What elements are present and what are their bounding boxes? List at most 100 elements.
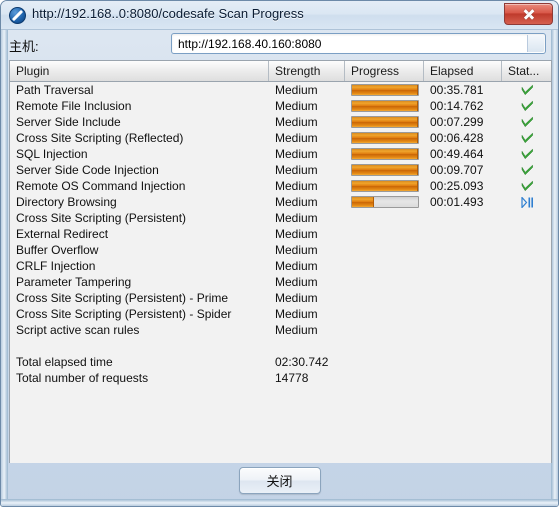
host-combobox[interactable]: http://192.168.40.160:8080	[171, 33, 546, 54]
summary-label: Total number of requests	[16, 371, 149, 385]
cell-elapsed: 00:01.493	[430, 195, 484, 209]
cell-progress	[345, 178, 424, 194]
cell-status	[502, 274, 551, 290]
cell-plugin: CRLF Injection	[16, 259, 96, 273]
column-header-plugin[interactable]: Plugin	[10, 61, 269, 81]
cell-elapsed	[424, 242, 502, 258]
summary-row: Total elapsed time 02:30.742	[10, 354, 551, 370]
cell-progress	[345, 82, 424, 98]
cell-strength: Medium	[275, 227, 318, 241]
host-bar: 主机: http://192.168.40.160:8080	[1, 30, 558, 58]
table-row[interactable]: Cross Site Scripting (Persistent) - Prim…	[10, 290, 551, 306]
cell-strength: Medium	[275, 147, 318, 161]
progress-bar-fill	[352, 101, 418, 111]
progress-bar-fill	[352, 133, 418, 143]
table-row[interactable]: Directory Browsing Medium 00:01.493	[10, 194, 551, 210]
cell-status	[502, 210, 551, 226]
zap-block-icon	[9, 7, 26, 24]
progress-bar	[351, 148, 419, 160]
scan-progress-table: Plugin Strength Progress Elapsed Stat... Pat…	[9, 60, 552, 463]
window-edge-left	[1, 1, 8, 506]
table-spacer-row	[10, 338, 551, 354]
cell-strength: Medium	[275, 179, 318, 193]
cell-progress	[345, 322, 424, 338]
cell-plugin: Cross Site Scripting (Reflected)	[16, 131, 184, 145]
table-row[interactable]: Buffer Overflow Medium	[10, 242, 551, 258]
cell-elapsed	[424, 210, 502, 226]
cell-strength: Medium	[275, 115, 318, 129]
cell-progress	[345, 306, 424, 322]
cell-plugin: Parameter Tampering	[16, 275, 132, 289]
progress-bar	[351, 84, 419, 96]
dialog-footer: 关闭	[1, 467, 558, 501]
cell-status	[502, 226, 551, 242]
table-row[interactable]: SQL Injection Medium 00:49.464	[10, 146, 551, 162]
table-row[interactable]: Path Traversal Medium 00:35.781	[10, 82, 551, 98]
cell-elapsed: 00:14.762	[430, 99, 484, 113]
cell-elapsed: 00:06.428	[430, 131, 484, 145]
cell-strength: Medium	[275, 275, 318, 289]
scan-progress-window: http://192.168..0:8080/codesafe Scan Pro…	[0, 0, 559, 507]
cell-status	[502, 306, 551, 322]
table-row[interactable]: Server Side Code Injection Medium 00:09.70…	[10, 162, 551, 178]
cell-elapsed: 00:07.299	[430, 115, 484, 129]
progress-bar-fill	[352, 117, 418, 127]
progress-bar-fill	[352, 181, 418, 191]
cell-progress	[345, 274, 424, 290]
summary-value: 02:30.742	[275, 355, 329, 369]
cell-status	[502, 242, 551, 258]
status-running-icon	[521, 195, 534, 210]
table-row[interactable]: Remote OS Command Injection Medium 00:25.0…	[10, 178, 551, 194]
cell-status	[502, 162, 551, 178]
cell-plugin: Cross Site Scripting (Persistent) - Spid…	[16, 307, 232, 321]
column-header-progress[interactable]: Progress	[345, 61, 424, 81]
cell-strength: Medium	[275, 99, 318, 113]
progress-bar-fill	[352, 165, 418, 175]
cell-elapsed	[424, 226, 502, 242]
cell-plugin: SQL Injection	[16, 147, 88, 161]
table-row[interactable]: Script active scan rules Medium	[10, 322, 551, 338]
table-row[interactable]: External Redirect Medium	[10, 226, 551, 242]
table-row[interactable]: Parameter Tampering Medium	[10, 274, 551, 290]
status-complete-icon	[521, 116, 534, 129]
progress-bar	[351, 132, 419, 144]
table-row[interactable]: Cross Site Scripting (Persistent) Medium	[10, 210, 551, 226]
cell-progress	[345, 194, 424, 210]
cell-elapsed: 00:49.464	[430, 147, 484, 161]
column-header-strength[interactable]: Strength	[269, 61, 345, 81]
progress-bar	[351, 180, 419, 192]
table-row[interactable]: Cross Site Scripting (Persistent) - Spid…	[10, 306, 551, 322]
status-complete-icon	[521, 84, 534, 97]
cell-plugin: Path Traversal	[16, 83, 94, 97]
title-bar[interactable]: http://192.168..0:8080/codesafe Scan Pro…	[1, 1, 558, 30]
progress-bar-fill	[352, 149, 418, 159]
table-row[interactable]: Server Side Include Medium 00:07.299	[10, 114, 551, 130]
cell-status	[502, 146, 551, 162]
cell-status	[502, 130, 551, 146]
close-button[interactable]: 关闭	[238, 467, 321, 494]
table-row[interactable]: Cross Site Scripting (Reflected) Medium 00…	[10, 130, 551, 146]
summary-row: Total number of requests 14778	[10, 370, 551, 386]
status-complete-icon	[521, 132, 534, 145]
cell-status	[502, 178, 551, 194]
cell-elapsed: 00:35.781	[430, 83, 484, 97]
column-header-stat[interactable]: Stat...	[502, 61, 553, 81]
column-header-elapsed[interactable]: Elapsed	[424, 61, 502, 81]
cell-status	[502, 82, 551, 98]
window-title: http://192.168..0:8080/codesafe Scan Pro…	[32, 6, 304, 21]
cell-strength: Medium	[275, 259, 318, 273]
cell-plugin: Buffer Overflow	[16, 243, 99, 257]
table-row[interactable]: CRLF Injection Medium	[10, 258, 551, 274]
cell-status	[502, 322, 551, 338]
cell-strength: Medium	[275, 243, 318, 257]
cell-plugin: Cross Site Scripting (Persistent) - Prim…	[16, 291, 229, 305]
window-close-button[interactable]	[504, 3, 553, 25]
chevron-down-icon[interactable]	[527, 35, 544, 52]
table-row[interactable]: Remote File Inclusion Medium 00:14.762	[10, 98, 551, 114]
summary-value: 14778	[275, 371, 309, 385]
cell-status	[502, 114, 551, 130]
cell-plugin: Server Side Code Injection	[16, 163, 159, 177]
cell-elapsed	[424, 258, 502, 274]
progress-bar-fill	[352, 197, 375, 207]
cell-strength: Medium	[275, 307, 318, 321]
